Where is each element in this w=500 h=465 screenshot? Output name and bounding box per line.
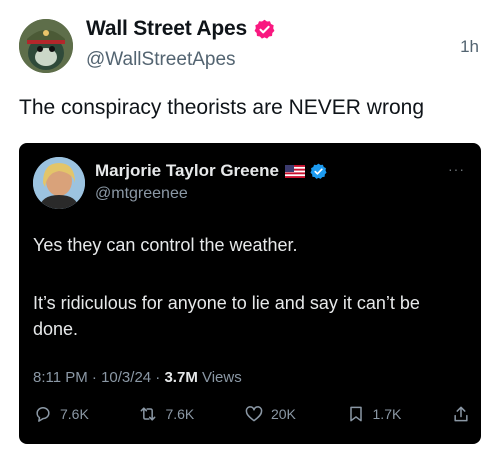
bookmark-button[interactable]: 1.7K <box>346 404 402 424</box>
action-bar: 7.6K 7.6K 20K 1.7K <box>33 401 471 427</box>
post-timestamp[interactable]: 1h <box>460 37 479 57</box>
post-meta: 8:11 PM · 10/3/24 · 3.7M Views <box>33 369 242 386</box>
views-label: Views <box>197 369 242 386</box>
quoted-author-avatar[interactable] <box>33 157 85 209</box>
like-count: 20K <box>270 406 296 422</box>
repost-count: 7.6K <box>165 406 195 422</box>
quoted-author-name-text[interactable]: Marjorie Taylor Greene <box>95 161 279 181</box>
bookmark-count: 1.7K <box>372 406 402 422</box>
author-name-text[interactable]: Wall Street Apes <box>86 17 247 41</box>
post-datetime[interactable]: 8:11 PM · 10/3/24 · <box>33 369 164 386</box>
quoted-author-name[interactable]: Marjorie Taylor Greene <box>95 161 327 181</box>
quoted-author-handle[interactable]: @mtgreenee <box>95 185 188 203</box>
reply-count: 7.6K <box>60 406 89 422</box>
author-avatar[interactable] <box>19 19 73 73</box>
quoted-post-paragraph: It’s ridiculous for anyone to lie and sa… <box>33 293 420 339</box>
repost-icon <box>141 407 156 421</box>
bookmark-icon <box>349 406 362 422</box>
post-text: The conspiracy theorists are NEVER wrong <box>19 96 424 119</box>
views-count: 3.7M <box>164 369 198 386</box>
quoted-post-paragraph: Yes they can control the weather. <box>33 235 298 255</box>
share-button[interactable] <box>451 404 471 424</box>
like-button[interactable]: 20K <box>244 404 296 424</box>
share-icon <box>454 406 468 422</box>
repost-button[interactable]: 7.6K <box>138 404 194 424</box>
author-name[interactable]: Wall Street Apes <box>86 17 275 41</box>
reply-icon <box>36 407 50 422</box>
quoted-post-card[interactable]: Marjorie Taylor Greene @mtgreenee ··· Ye… <box>19 143 481 444</box>
verified-badge-icon <box>254 19 275 39</box>
reply-button[interactable]: 7.6K <box>33 404 89 424</box>
like-icon <box>245 406 263 422</box>
author-handle[interactable]: @WallStreetApes <box>86 49 236 71</box>
more-options-icon[interactable]: ··· <box>448 161 465 177</box>
us-flag-icon <box>284 164 305 178</box>
verified-badge-icon <box>310 163 327 179</box>
